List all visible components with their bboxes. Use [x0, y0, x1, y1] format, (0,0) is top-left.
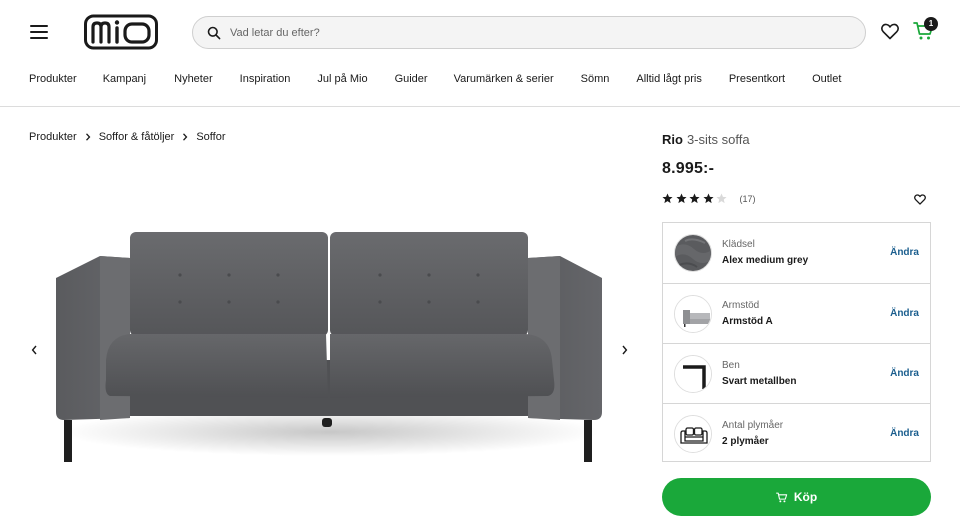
product-name: Rio	[662, 132, 683, 147]
rating-stars	[662, 193, 730, 204]
option-row-armstod[interactable]: Armstöd Armstöd A Ändra	[663, 283, 930, 343]
option-value: Svart metallben	[722, 376, 797, 387]
leg-thumbnail	[674, 355, 712, 393]
nav-item-somn[interactable]: Sömn	[581, 73, 610, 89]
chevron-right-icon	[183, 133, 188, 141]
armrest-image	[675, 296, 711, 332]
chevron-right-icon	[85, 133, 91, 141]
nav-item-varumarken-serier[interactable]: Varumärken & serier	[454, 73, 554, 89]
change-antal-plymaer-button[interactable]: Ändra	[890, 428, 919, 439]
main-navigation: Produkter Kampanj Nyheter Inspiration Ju…	[29, 73, 841, 89]
chevron-right-icon	[621, 345, 627, 355]
cushion-sofa-icon	[674, 415, 712, 453]
option-label: Ben	[722, 360, 740, 371]
heart-icon[interactable]	[881, 23, 899, 40]
mio-logo[interactable]	[84, 14, 158, 50]
product-options: Klädsel Alex medium grey Ändra Armstöd A…	[662, 222, 931, 462]
nav-item-alltid-lagt-pris[interactable]: Alltid lågt pris	[636, 73, 701, 89]
chevron-left-icon	[31, 345, 37, 355]
breadcrumb-item-soffor-fatoljer[interactable]: Soffor & fåtöljer	[99, 131, 175, 143]
nav-item-jul-pa-mio[interactable]: Jul på Mio	[317, 73, 367, 89]
fabric-swatch-thumbnail	[674, 234, 712, 272]
option-label: Antal plymåer	[722, 420, 784, 431]
nav-divider	[0, 106, 960, 107]
product-rating[interactable]: (17)	[662, 193, 756, 204]
change-armstod-button[interactable]: Ändra	[890, 308, 919, 319]
nav-item-guider[interactable]: Guider	[395, 73, 428, 89]
option-value: Armstöd A	[722, 316, 773, 327]
armrest-thumbnail	[674, 295, 712, 333]
nav-item-presentkort[interactable]: Presentkort	[729, 73, 785, 89]
leg-image	[675, 356, 711, 392]
change-kladsel-button[interactable]: Ändra	[890, 247, 919, 258]
hamburger-menu-icon[interactable]	[30, 25, 48, 39]
nav-item-inspiration[interactable]: Inspiration	[240, 73, 291, 89]
search-input[interactable]	[230, 17, 865, 48]
option-label: Armstöd	[722, 300, 760, 311]
option-row-ben[interactable]: Ben Svart metallben Ändra	[663, 343, 930, 403]
heart-icon[interactable]	[914, 194, 926, 205]
nav-item-outlet[interactable]: Outlet	[812, 73, 841, 89]
nav-item-kampanj[interactable]: Kampanj	[103, 73, 146, 89]
nav-item-produkter[interactable]: Produkter	[29, 73, 77, 89]
buy-button-label: Köp	[793, 490, 818, 504]
cart-icon	[775, 492, 788, 502]
breadcrumb-item-produkter[interactable]: Produkter	[29, 131, 77, 143]
option-row-kladsel[interactable]: Klädsel Alex medium grey Ändra	[663, 223, 930, 283]
star-filled-icon	[689, 193, 700, 204]
breadcrumb-item-soffor[interactable]: Soffor	[196, 131, 225, 143]
product-subtitle: 3-sits soffa	[686, 132, 750, 147]
rating-count: (17)	[739, 193, 756, 204]
nav-item-nyheter[interactable]: Nyheter	[174, 73, 213, 89]
star-filled-icon	[702, 193, 714, 204]
option-value: 2 plymåer	[722, 436, 769, 447]
gallery-prev-button[interactable]	[26, 342, 42, 358]
option-value: Alex medium grey	[722, 255, 809, 266]
star-filled-icon	[675, 193, 687, 204]
option-row-antal-plymaer[interactable]: Antal plymåer 2 plymåer Ändra	[663, 403, 930, 463]
product-title: Rio 3-sits soffa	[662, 132, 750, 147]
search-icon	[207, 26, 221, 39]
option-label: Klädsel	[722, 239, 755, 250]
search-bar[interactable]	[192, 16, 866, 49]
breadcrumb: Produkter Soffor & fåtöljer Soffor	[29, 131, 225, 143]
change-ben-button[interactable]: Ändra	[890, 368, 919, 379]
star-empty-icon	[716, 193, 727, 204]
cart-count-badge: 1	[924, 17, 938, 31]
buy-button[interactable]: Köp	[662, 478, 931, 516]
star-filled-icon	[662, 193, 673, 204]
fabric-swatch-image	[675, 235, 711, 271]
product-price: 8.995:-	[662, 160, 715, 177]
product-image-sofa	[56, 232, 602, 462]
cushion-sofa-image	[675, 416, 711, 452]
gallery-next-button[interactable]	[616, 342, 632, 358]
